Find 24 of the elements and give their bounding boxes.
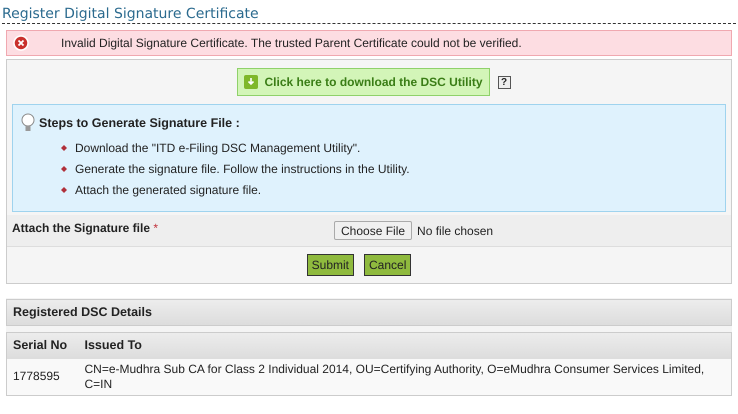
column-header: Serial No [6, 332, 78, 358]
bullet-icon [61, 187, 67, 193]
bullet-icon [61, 145, 67, 151]
form-button[interactable]: Cancel [364, 254, 412, 276]
lightbulb-icon [21, 113, 35, 133]
attach-label: Attach the Signature file * [12, 220, 160, 236]
choose-file-button[interactable]: Choose File [334, 221, 412, 240]
file-status: No file chosen [417, 222, 494, 240]
error-icon [13, 35, 29, 51]
column-header: Issued To [78, 332, 732, 358]
download-icon [244, 75, 258, 89]
error-message: Invalid Digital Signature Certificate. The trusted Parent Certificate could not be verified. [61, 35, 522, 52]
bullet-icon [61, 166, 67, 172]
steps-title: Steps to Generate Signature File : [39, 114, 240, 132]
help-icon[interactable]: ? [498, 76, 511, 88]
table-cell: 1778595 [6, 358, 78, 395]
form-button[interactable]: Submit [306, 254, 354, 276]
step-text: Download the "ITD e-Filing DSC Management Utility". [75, 140, 360, 157]
page-title: Register Digital Signature Certificate [2, 7, 259, 21]
section-header: Registered DSC Details [6, 299, 732, 326]
table-cell: CN=e-Mudhra Sub CA for Class 2 Individual 2014, OU=Certifying Authority, O=eMudhra Consumer Services Limited, C=IN [78, 358, 732, 395]
step-text: Generate the signature file. Follow the instructions in the Utility. [75, 161, 410, 178]
download-button[interactable]: Click here to download the DSC Utility [237, 68, 490, 96]
step-text: Attach the generated signature file. [75, 182, 262, 199]
